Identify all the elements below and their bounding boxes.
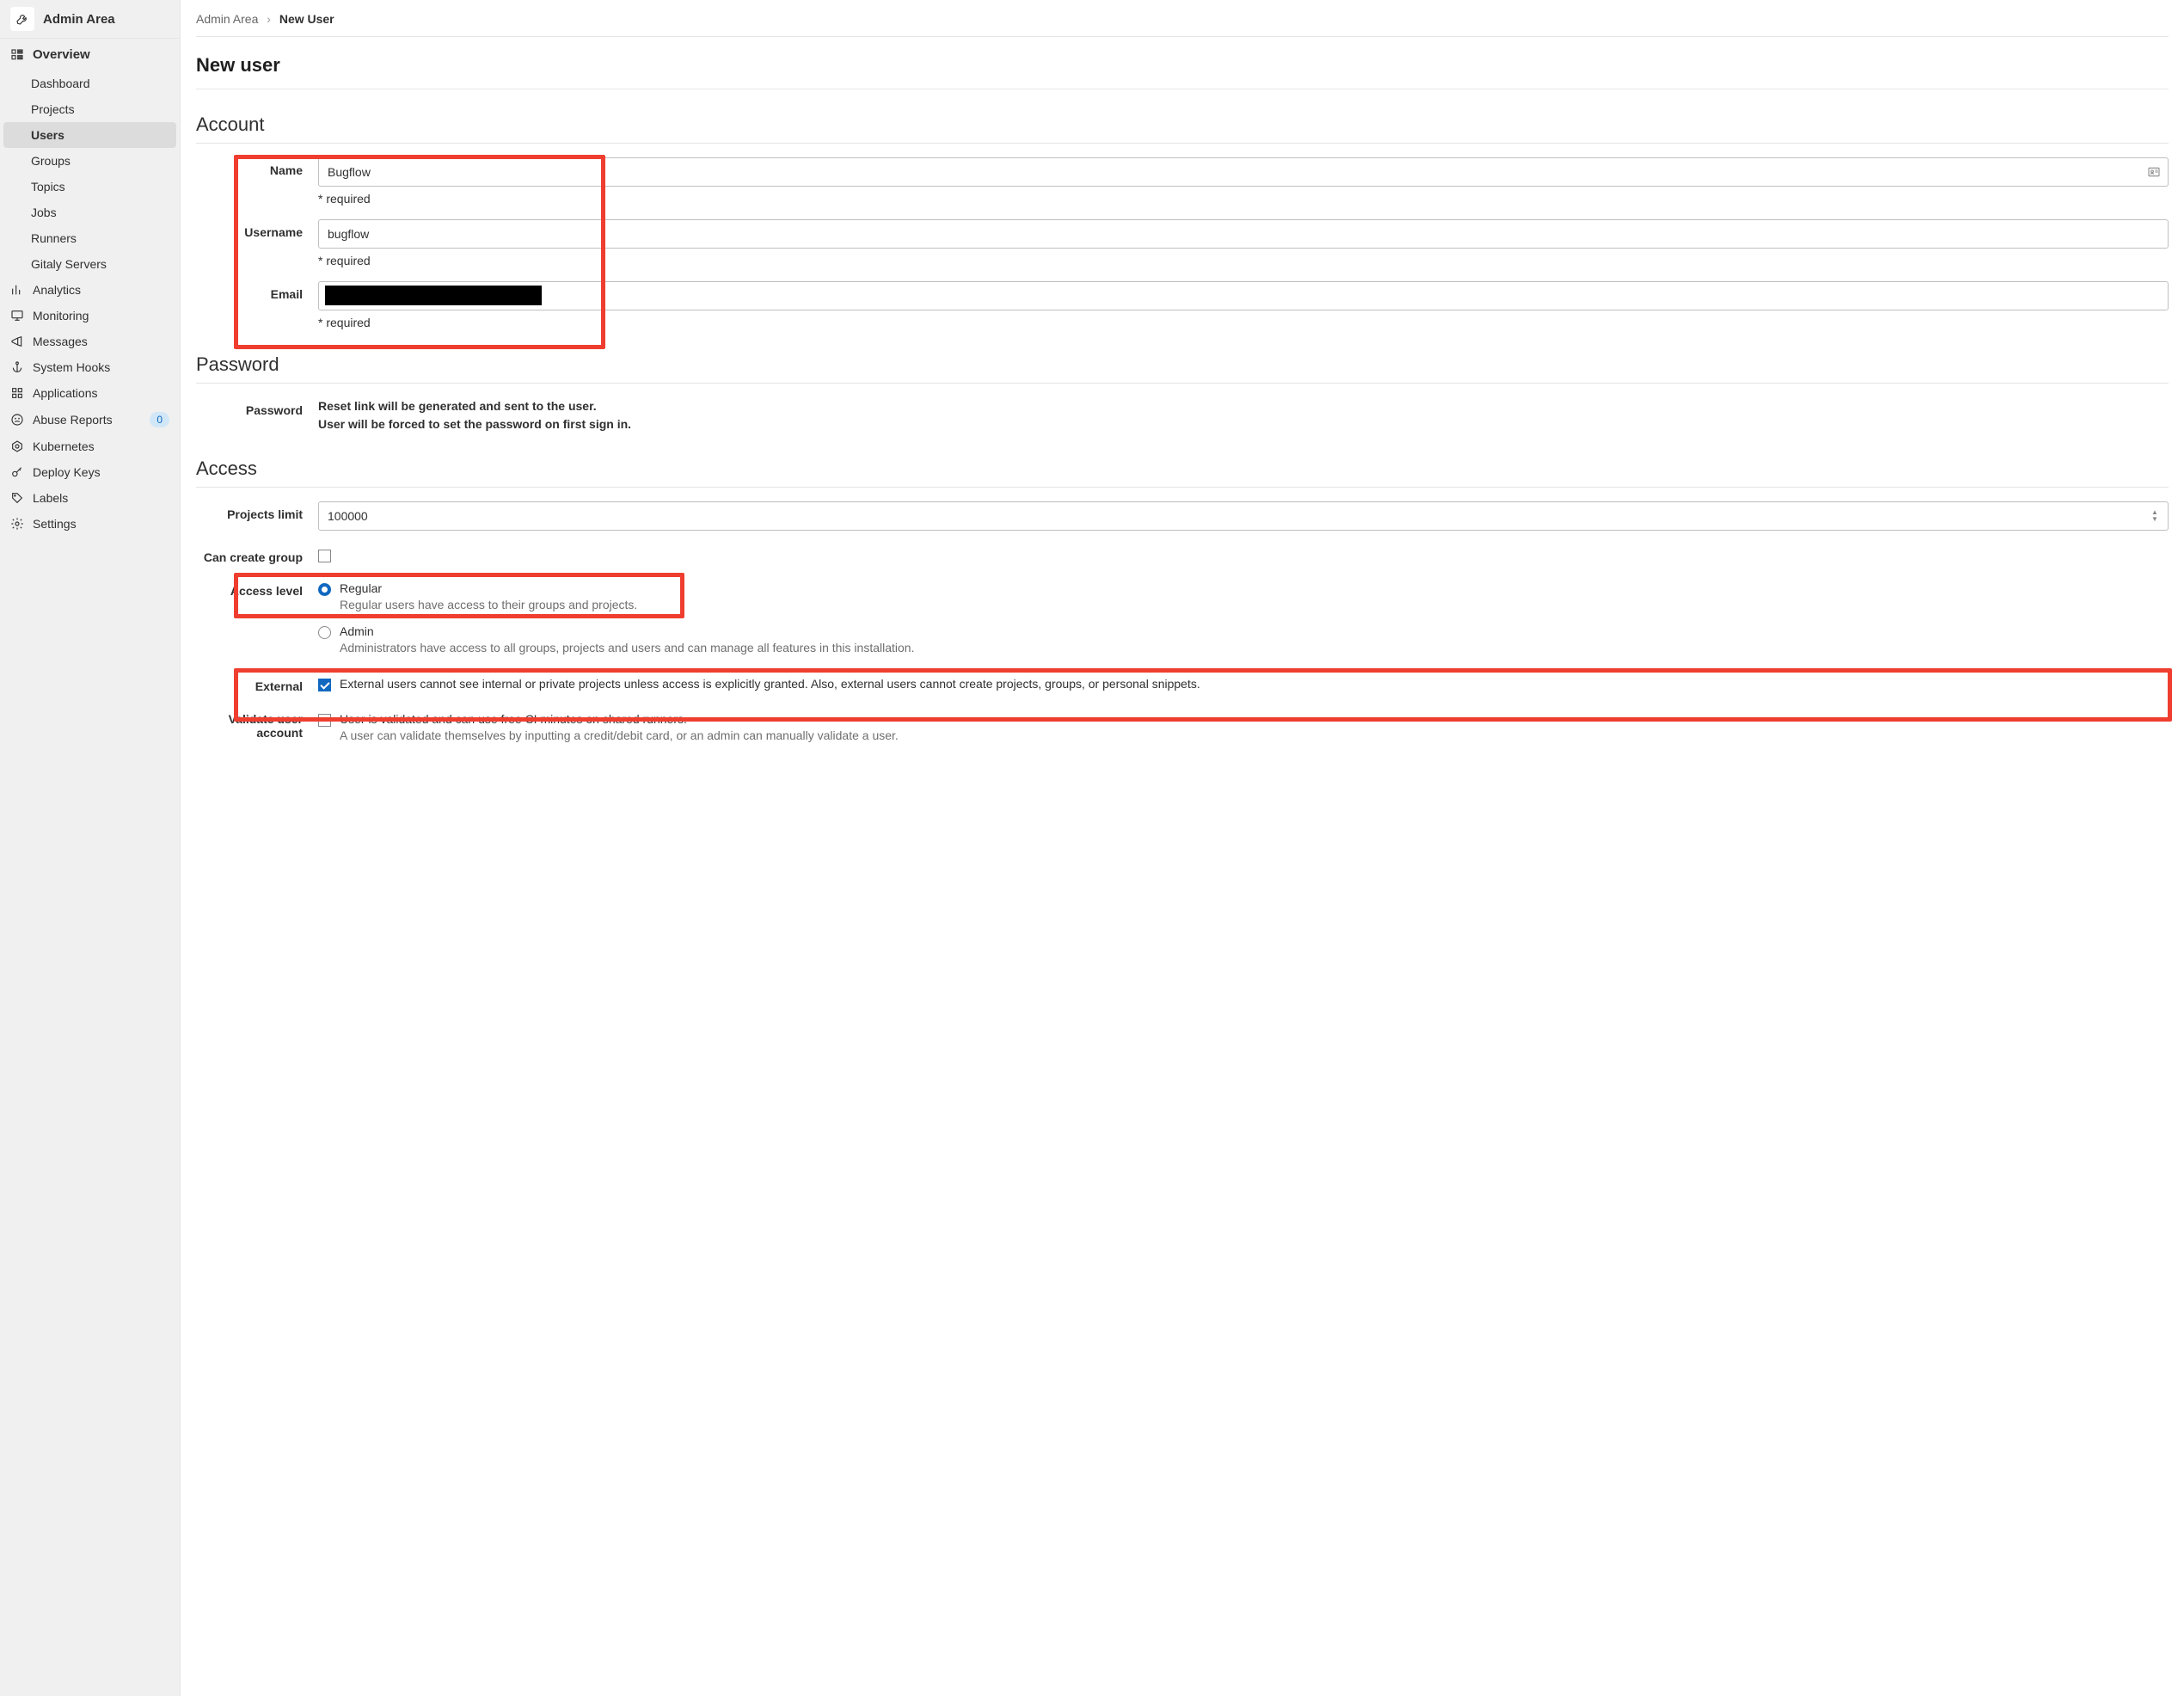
can-create-group-checkbox[interactable] [318,550,331,562]
access-level-regular-radio[interactable] [318,583,331,596]
sidebar-item-topics[interactable]: Topics [0,174,180,200]
wrench-icon [10,7,34,31]
sidebar-header[interactable]: Admin Area [0,0,180,39]
sidebar-item-deploy-keys[interactable]: Deploy Keys [0,459,180,485]
breadcrumb-root[interactable]: Admin Area [196,12,258,26]
projects-limit-input[interactable] [318,501,2169,531]
analytics-icon [10,283,24,297]
external-checkbox[interactable] [318,679,331,691]
email-label: Email [196,281,318,301]
sidebar-title: Admin Area [43,12,115,27]
sidebar-item-groups[interactable]: Groups [0,148,180,174]
validate-desc: A user can validate themselves by inputt… [340,728,2169,745]
username-required-hint: * required [318,254,2169,267]
sidebar-item-labels[interactable]: Labels [0,485,180,511]
anchor-icon [10,360,24,374]
sidebar-item-runners[interactable]: Runners [0,225,180,251]
breadcrumb-current: New User [279,12,334,26]
password-line2: User will be forced to set the password … [318,415,2169,433]
gear-icon [10,517,24,531]
sidebar-item-projects[interactable]: Projects [0,96,180,122]
sidebar-item-analytics[interactable]: Analytics [0,277,180,303]
access-level-label: Access level [196,578,318,598]
sidebar-item-system-hooks[interactable]: System Hooks [0,354,180,380]
main-content: Admin Area › New User New user Account N… [181,0,2184,1696]
id-card-icon [2146,164,2162,180]
email-required-hint: * required [318,316,2169,329]
password-label: Password [196,397,318,417]
username-label: Username [196,219,318,239]
section-access-title: Access [196,458,2169,488]
sidebar-item-dashboard[interactable]: Dashboard [0,71,180,96]
chevron-right-icon: › [267,12,271,26]
sidebar-item-settings[interactable]: Settings [0,511,180,537]
access-level-admin-radio[interactable] [318,626,331,639]
validate-opt: User is validated and can use free CI mi… [340,709,2169,726]
sidebar-item-gitaly[interactable]: Gitaly Servers [0,251,180,277]
key-icon [10,465,24,479]
sidebar-item-users[interactable]: Users [3,122,176,148]
sidebar-item-jobs[interactable]: Jobs [0,200,180,225]
projects-limit-stepper[interactable]: ▲ ▼ [2151,506,2165,526]
regular-label: Regular [340,578,2169,595]
name-required-hint: * required [318,192,2169,206]
sad-face-icon [10,413,24,427]
page-title: New user [196,54,2169,89]
sidebar: Admin Area Overview Dashboard Projects U… [0,0,181,1696]
sidebar-item-applications[interactable]: Applications [0,380,180,406]
username-input[interactable] [318,219,2169,249]
section-password-title: Password [196,353,2169,384]
chevron-down-icon: ▼ [2151,516,2165,523]
email-input[interactable] [318,281,2169,310]
kubernetes-icon [10,439,24,453]
breadcrumb: Admin Area › New User [196,12,2169,37]
admin-label: Admin [340,621,2169,638]
admin-desc: Administrators have access to all groups… [340,640,2169,657]
projects-limit-label: Projects limit [196,501,318,521]
overview-icon [10,48,24,62]
external-desc: External users cannot see internal or pr… [340,673,2169,691]
apps-icon [10,386,24,400]
password-line1: Reset link will be generated and sent to… [318,397,2169,415]
validate-label: Validate user account [196,709,318,740]
name-label: Name [196,157,318,177]
email-redaction [325,286,542,305]
sidebar-overview-header[interactable]: Overview [0,39,180,71]
sidebar-item-messages[interactable]: Messages [0,329,180,354]
can-create-group-label: Can create group [196,544,318,564]
sidebar-item-abuse-reports[interactable]: Abuse Reports 0 [0,406,180,433]
validate-checkbox[interactable] [318,714,331,727]
tag-icon [10,491,24,505]
sidebar-item-monitoring[interactable]: Monitoring [0,303,180,329]
monitor-icon [10,309,24,323]
regular-desc: Regular users have access to their group… [340,597,2169,614]
abuse-badge: 0 [150,412,169,427]
name-input[interactable] [318,157,2169,187]
sidebar-item-kubernetes[interactable]: Kubernetes [0,433,180,459]
sidebar-overview-label: Overview [33,47,90,62]
section-account-title: Account [196,114,2169,144]
external-label: External [196,673,318,693]
megaphone-icon [10,335,24,348]
